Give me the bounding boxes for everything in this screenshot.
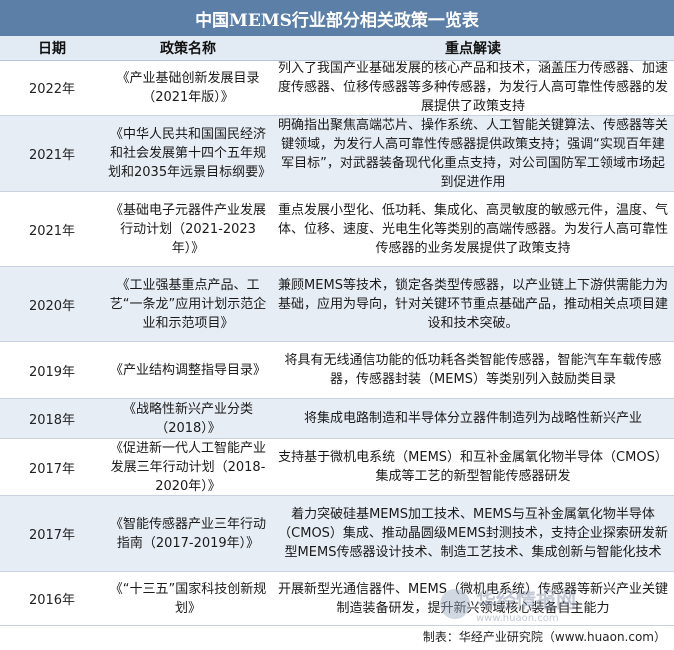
row-date: 2022年 [28,82,76,97]
table-row: 2019年 《产业结构调整指导目录》 将具有无线通信功能的低功耗各类智能传感器，… [0,342,674,399]
row-key-points: 着力突破硅基MEMS加工技术、MEMS与互补金属氧化物半导体（CMOS）集成、推… [278,507,668,560]
row-key-points: 明确指出聚焦高端芯片、操作系统、人工智能关键算法、传感器等关键领域，为发行人高可… [278,117,669,190]
row-key-points: 将具有无线通信功能的低功耗各类智能传感器，智能汽车车载传感器，传感器封装（MEM… [284,353,662,387]
row-policy-name: 《促进新一代人工智能产业发展三年行动计划（2018-2020年）》 [109,440,266,494]
policy-table-page: 中国MEMS行业部分相关政策一览表 日期 政策名称 重点解读 2022年 《产业… [0,0,674,650]
table-title: 中国MEMS行业部分相关政策一览表 [0,0,674,36]
table-row: 2016年 《“十三五”国家科技创新规划》 开展新型光通信器件、MEMS（微机电… [0,572,674,626]
table-row: 2018年 《战略性新兴产业分类（2018）》 将集成电路制造和半导体分立器件制… [0,399,674,439]
header-key-points: 重点解读 [445,41,501,57]
row-policy-name: 《产业结构调整指导目录》 [109,362,266,378]
row-policy-name: 《智能传感器产业三年行动指南（2017-2019年）》 [109,516,266,551]
table-row: 2021年 《中华人民共和国国民经济和社会发展第十四个五年规划和2035年远景目… [0,116,674,192]
row-date: 2020年 [28,298,76,314]
table-row: 2020年 《工业强基重点产品、工艺“一条龙”应用计划示范企业和示范项目》 兼顾… [0,267,674,342]
row-date: 2016年 [28,593,76,608]
row-date: 2017年 [28,461,76,477]
row-policy-name: 《基础电子元器件产业发展行动计划（2021-2023年）》 [109,202,266,256]
row-key-points: 将集成电路制造和半导体分立器件制造列为战略性新兴产业 [303,411,642,426]
row-key-points: 重点发展小型化、低功耗、集成化、高灵敏度的敏感元件，温度、气体、位移、速度、光电… [278,202,669,256]
row-date: 2019年 [28,364,76,380]
row-key-points: 列入了我国产业基础发展的核心产品和技术，涵盖压力传感器、加速度传感器、位移传感器… [278,61,669,114]
table-row: 2017年 《智能传感器产业三年行动指南（2017-2019年）》 着力突破硅基… [0,496,674,572]
row-date: 2021年 [28,148,76,163]
source-note: 制表：华经产业研究院（www.huaon.com） [422,630,666,644]
row-date: 2017年 [28,528,76,543]
row-policy-name: 《战略性新兴产业分类（2018）》 [122,401,253,436]
table-row: 2017年 《促进新一代人工智能产业发展三年行动计划（2018-2020年）》 … [0,439,674,496]
row-policy-name: 《中华人民共和国国民经济和社会发展第十四个五年规划和2035年远景目标纲要》 [108,127,272,180]
row-policy-name: 《工业强基重点产品、工艺“一条龙”应用计划示范企业和示范项目》 [109,277,267,331]
row-key-points: 兼顾MEMS等技术，锁定各类型传感器，以产业链上下游供需能力为基础，应用为导向，… [278,277,669,331]
row-key-points: 开展新型光通信器件、MEMS（微机电系统）传感器等新兴产业关键制造装备研发，提升… [278,581,668,616]
row-date: 2018年 [28,413,76,428]
header-date: 日期 [38,41,66,57]
table-row: 2021年 《基础电子元器件产业发展行动计划（2021-2023年）》 重点发展… [0,192,674,267]
table-row: 2022年 《产业基础创新发展目录（2021年版）》 列入了我国产业基础发展的核… [0,60,674,116]
row-key-points: 支持基于微机电系统（MEMS）和互补金属氧化物半导体（CMOS）集成等工艺的新型… [278,450,668,484]
table-header: 日期 政策名称 重点解读 [0,36,674,61]
row-policy-name: 《“十三五”国家科技创新规划》 [109,581,267,616]
header-policy-name: 政策名称 [160,41,216,57]
row-date: 2021年 [28,223,76,239]
row-policy-name: 《产业基础创新发展目录（2021年版）》 [116,70,260,105]
